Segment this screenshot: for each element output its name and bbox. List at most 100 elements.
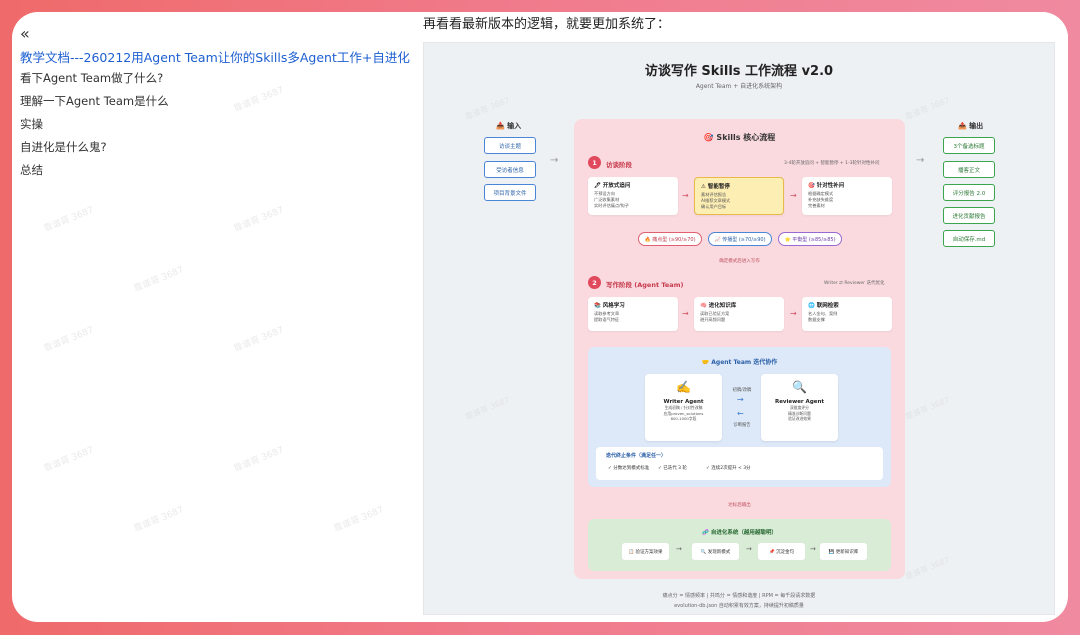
evolution-title: 🧬 自进化系统（越用越聪明） bbox=[702, 530, 777, 536]
output-item: 评分报告 2.0 bbox=[943, 184, 995, 201]
mode-pill: 🔥 痛点型 (≥90/≥70) bbox=[638, 232, 702, 246]
process-card: 🖊 开放式追问 不预设方向 广泛收集素材 实时评估痛点/钩子 bbox=[588, 177, 678, 215]
footer-note: evolution-db.json 自动积累有效方案，持续提升初稿质量 bbox=[674, 603, 804, 609]
arrow-right-icon: → bbox=[682, 309, 689, 318]
stop-condition: ✓ 已迭代 3 轮 bbox=[658, 466, 687, 471]
input-heading: 📥 输入 bbox=[496, 122, 522, 130]
output-heading: 📤 输出 bbox=[958, 122, 984, 130]
caption-text: 再看看最新版本的逻辑，就要更加系统了： bbox=[423, 17, 671, 32]
outline-item[interactable]: 理解一下Agent Team是什么 bbox=[20, 94, 169, 117]
outline-list: 看下Agent Team做了什么? 理解一下Agent Team是什么 实操 自… bbox=[20, 71, 169, 186]
watermark: 靠谱哥 3687 bbox=[42, 325, 96, 355]
writer-agent-card: ✍️ Writer Agent 生成初稿 / 针对性改稿 应用proven_so… bbox=[645, 374, 722, 441]
reviewer-agent-card: 🔍 Reviewer Agent 双维度评分 精准诊断问题 验证改进效果 bbox=[761, 374, 838, 441]
card-title: ⚠ 智能暂停 bbox=[701, 184, 730, 190]
watermark: 靠谱哥 3687 bbox=[232, 205, 286, 235]
process-card: 🎯 针对性补问 根据确定模式 补充缺失维度 完善素材 bbox=[802, 177, 892, 215]
arrow-right-icon: → bbox=[676, 545, 682, 553]
process-card: 📚 风格学习 读取参考文章 提取语气特征 bbox=[588, 297, 678, 331]
output-item: 进化贡献报告 bbox=[943, 207, 995, 224]
card-title: 🎯 针对性补问 bbox=[808, 183, 845, 189]
transition-note: 达标后输出 bbox=[728, 503, 751, 508]
card-line: 完善素材 bbox=[808, 203, 825, 208]
watermark: 靠谱哥 3687 bbox=[42, 205, 96, 235]
flow-label: 初稿/改稿 bbox=[732, 388, 752, 393]
stage-label: 访谈阶段 bbox=[606, 161, 632, 169]
stage-note: Writer ⇄ Reviewer 迭代优化 bbox=[824, 281, 885, 286]
card-line: 确认用户目标 bbox=[701, 204, 727, 209]
input-item: 项目背景文件 bbox=[484, 184, 536, 201]
writing-hand-icon: ✍️ bbox=[676, 380, 691, 394]
arrow-left-icon: ← bbox=[737, 409, 744, 418]
arrow-right-icon: → bbox=[737, 395, 744, 404]
card-title: 🧠 进化知识库 bbox=[700, 303, 737, 309]
arrow-right-icon: → bbox=[550, 155, 559, 166]
arrow-right-icon: → bbox=[682, 191, 689, 200]
watermark: 靠谱哥 3687 bbox=[464, 95, 511, 122]
process-card: 🧠 进化知识库 读取已验证方案 避开高频问题 bbox=[694, 297, 784, 331]
input-item: 访谈主题 bbox=[484, 137, 536, 154]
card-line: 避开高频问题 bbox=[700, 317, 726, 322]
output-item: 播客正文 bbox=[943, 161, 995, 178]
watermark: 靠谱哥 3687 bbox=[132, 505, 186, 535]
watermark: 靠谱哥 3687 bbox=[132, 265, 186, 295]
watermark: 靠谱哥 3687 bbox=[904, 95, 951, 122]
card-line: 提取语气特征 bbox=[594, 317, 620, 322]
card-title: 📚 风格学习 bbox=[594, 303, 625, 309]
stage-label: 写作阶段 (Agent Team) bbox=[606, 281, 684, 289]
workflow-diagram-image: 靠谱哥 3687 靠谱哥 3687 靠谱哥 3687 靠谱哥 3687 靠谱哥 … bbox=[423, 42, 1055, 615]
evolution-step: 🔍 发现新模式 bbox=[692, 543, 739, 560]
stop-condition: ✓ 连续2次提升 < 3分 bbox=[706, 466, 751, 471]
watermark: 靠谱哥 3687 bbox=[332, 505, 386, 535]
stop-condition: ✓ 分数达到模式标准 bbox=[608, 466, 650, 471]
document-title-link[interactable]: 教学文档---260212用Agent Team让你的Skills多Agent工… bbox=[20, 47, 410, 66]
collapse-sidebar-icon[interactable]: « bbox=[20, 24, 30, 43]
flow-label: 诊断报告 bbox=[733, 423, 751, 428]
watermark: 靠谱哥 3687 bbox=[464, 395, 511, 422]
stage-note: 3-4轮开放追问 + 智能暂停 + 1-3轮针对性补问 bbox=[784, 161, 880, 166]
arrow-right-icon: → bbox=[810, 545, 816, 553]
footer-note: 痛点分 = 情感频率 | 共鸣分 = 情感和谐度 | RPM = 每千段请求数据 bbox=[662, 593, 816, 599]
card-title: 🌐 联网检索 bbox=[808, 303, 839, 309]
process-card-highlighted: ⚠ 智能暂停 素材评估报告 AI推荐文章模式 确认用户目标 bbox=[694, 177, 784, 215]
stop-title: 迭代终止条件（满足任一） bbox=[606, 453, 667, 459]
core-process-panel: 🎯 Skills 核心流程 1 访谈阶段 3-4轮开放追问 + 智能暂停 + 1… bbox=[574, 119, 905, 579]
arrow-right-icon: → bbox=[746, 545, 752, 553]
mode-pill: ⭐ 平衡型 (≥85/≥85) bbox=[778, 232, 842, 246]
stage-number-badge: 2 bbox=[588, 276, 601, 289]
outline-item[interactable]: 总结 bbox=[20, 163, 169, 186]
mode-pill: 📈 传播型 (≥70/≥90) bbox=[708, 232, 772, 246]
card-line: 数据支撑 bbox=[808, 317, 825, 322]
stage-number-badge: 1 bbox=[588, 156, 601, 169]
card-title: 🖊 开放式追问 bbox=[594, 183, 631, 189]
agent-line: 验证改进效果 bbox=[788, 416, 811, 421]
watermark: 靠谱哥 3687 bbox=[904, 395, 951, 422]
watermark: 靠谱哥 3687 bbox=[904, 555, 951, 582]
watermark: 靠谱哥 3687 bbox=[232, 85, 286, 115]
output-item: 3个备选标题 bbox=[943, 137, 995, 154]
watermark: 靠谱哥 3687 bbox=[232, 445, 286, 475]
agent-line: 800-1000字段 bbox=[670, 416, 697, 421]
arrow-right-icon: → bbox=[790, 191, 797, 200]
watermark: 靠谱哥 3687 bbox=[42, 445, 96, 475]
document-window: « 教学文档---260212用Agent Team让你的Skills多Agen… bbox=[12, 12, 1068, 622]
diagram-subtitle: Agent Team + 自进化系统架构 bbox=[695, 83, 783, 90]
outline-item[interactable]: 实操 bbox=[20, 117, 169, 140]
evolution-step: 💾 更新知识库 bbox=[820, 543, 867, 560]
transition-note: 确定模式后进入写作 bbox=[719, 259, 760, 264]
outline-item[interactable]: 看下Agent Team做了什么? bbox=[20, 71, 169, 94]
magnifier-icon: 🔍 bbox=[792, 380, 807, 394]
process-card: 🌐 联网检索 名人金句、案例 数据支撑 bbox=[802, 297, 892, 331]
watermark: 靠谱哥 3687 bbox=[232, 325, 286, 355]
stop-conditions-box: 迭代终止条件（满足任一） ✓ 分数达到模式标准 ✓ 已迭代 3 轮 ✓ 连续2次… bbox=[596, 447, 883, 480]
evolution-step: 📋 验证方案效果 bbox=[622, 543, 669, 560]
outline-item[interactable]: 自进化是什么鬼? bbox=[20, 140, 169, 163]
output-item: 自动保存.md bbox=[943, 230, 995, 247]
core-title: 🎯 Skills 核心流程 bbox=[703, 133, 776, 142]
team-title: 🤝 Agent Team 迭代协作 bbox=[701, 359, 778, 366]
arrow-right-icon: → bbox=[916, 155, 925, 166]
card-line: 实时评估痛点/钩子 bbox=[594, 203, 629, 208]
evolution-step: 📌 沉淀金句 bbox=[758, 543, 805, 560]
diagram-title: 访谈写作 Skills 工作流程 v2.0 bbox=[644, 64, 834, 79]
input-item: 受访者信息 bbox=[484, 161, 536, 178]
